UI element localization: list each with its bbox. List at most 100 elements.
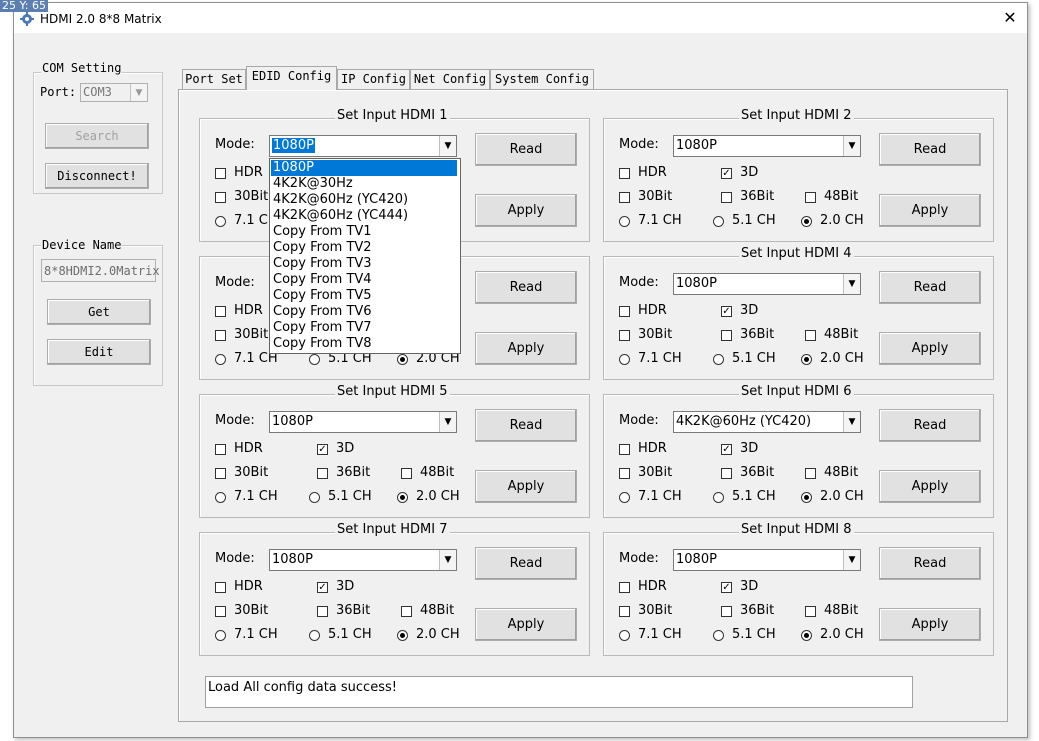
edit-button[interactable]: Edit [47,339,151,365]
input-hdmi-7-mode-select[interactable]: 1080P ▼ [269,549,457,571]
b30-checkbox[interactable] [619,330,630,341]
get-button[interactable]: Get [47,299,151,325]
b30-checkbox[interactable] [619,192,630,203]
dropdown-option[interactable]: Copy From TV6 [271,304,457,320]
input-hdmi-1-read-button[interactable]: Read [475,133,577,166]
dropdown-option[interactable]: Copy From TV8 [271,336,457,352]
channel-ch71-radio[interactable] [619,354,630,365]
b36-checkbox[interactable] [317,468,328,479]
input-hdmi-4-mode-select[interactable]: 1080P ▼ [673,273,861,295]
dropdown-option[interactable]: Copy From TV2 [271,240,457,256]
d3-checkbox[interactable]: ✓ [721,582,732,593]
input-hdmi-2-mode-select[interactable]: 1080P ▼ [673,135,861,157]
port-select[interactable]: COM3 ▼ [80,83,148,102]
input-hdmi-8-mode-select[interactable]: 1080P ▼ [673,549,861,571]
input-hdmi-7-read-button[interactable]: Read [475,547,577,580]
close-icon[interactable]: ✕ [999,8,1021,28]
hdr-checkbox[interactable] [619,444,630,455]
input-hdmi-5-apply-button[interactable]: Apply [475,470,577,503]
dropdown-option[interactable]: Copy From TV3 [271,256,457,272]
channel-ch51-radio[interactable] [309,492,320,503]
input-hdmi-5-read-button[interactable]: Read [475,409,577,442]
channel-ch51-radio[interactable] [309,354,320,365]
dropdown-option[interactable]: 4K2K@30Hz [271,176,457,192]
channel-ch20-radio[interactable] [397,354,408,365]
b30-checkbox[interactable] [215,606,226,617]
dropdown-option[interactable]: 1080P [271,160,457,176]
channel-ch20-radio[interactable] [397,630,408,641]
channel-ch20-radio[interactable] [397,492,408,503]
input-hdmi-4-apply-button[interactable]: Apply [879,332,981,365]
input-hdmi-7-apply-button[interactable]: Apply [475,608,577,641]
mode-dropdown-list[interactable]: 1080P 4K2K@30Hz 4K2K@60Hz (YC420) 4K2K@6… [269,158,461,354]
tab-ip-config[interactable]: IP Config [337,69,410,89]
input-hdmi-4-read-button[interactable]: Read [879,271,981,304]
b36-checkbox[interactable] [721,192,732,203]
channel-ch20-radio[interactable] [801,492,812,503]
input-hdmi-6-mode-select[interactable]: 4K2K@60Hz (YC420) ▼ [673,411,861,433]
disconnect-button[interactable]: Disconnect! [45,163,149,189]
d3-checkbox[interactable]: ✓ [721,306,732,317]
hdr-checkbox[interactable] [215,582,226,593]
dropdown-option[interactable]: Copy From TV1 [271,224,457,240]
b48-checkbox[interactable] [401,606,412,617]
d3-checkbox[interactable]: ✓ [317,444,328,455]
dropdown-option[interactable]: 4K2K@60Hz (YC444) [271,208,457,224]
b30-checkbox[interactable] [619,468,630,479]
channel-ch20-radio[interactable] [801,216,812,227]
input-hdmi-3-read-button[interactable]: Read [475,271,577,304]
input-hdmi-5-mode-select[interactable]: 1080P ▼ [269,411,457,433]
input-hdmi-8-apply-button[interactable]: Apply [879,608,981,641]
input-hdmi-8-read-button[interactable]: Read [879,547,981,580]
b48-checkbox[interactable] [805,330,816,341]
input-hdmi-6-read-button[interactable]: Read [879,409,981,442]
b48-checkbox[interactable] [805,468,816,479]
hdr-checkbox[interactable] [215,306,226,317]
channel-ch51-radio[interactable] [713,216,724,227]
hdr-checkbox[interactable] [619,582,630,593]
device-name-field[interactable]: 8*8HDMI2.0Matrix [41,259,160,282]
d3-checkbox[interactable]: ✓ [721,168,732,179]
input-hdmi-3-apply-button[interactable]: Apply [475,332,577,365]
channel-ch51-radio[interactable] [713,630,724,641]
input-hdmi-6-apply-button[interactable]: Apply [879,470,981,503]
channel-ch71-radio[interactable] [619,630,630,641]
channel-ch51-radio[interactable] [713,354,724,365]
b36-checkbox[interactable] [721,606,732,617]
channel-ch51-radio[interactable] [309,630,320,641]
input-hdmi-2-read-button[interactable]: Read [879,133,981,166]
input-hdmi-1-mode-select[interactable]: 1080P ▼ [269,135,457,157]
b30-checkbox[interactable] [215,192,226,203]
hdr-checkbox[interactable] [619,168,630,179]
channel-ch71-radio[interactable] [619,216,630,227]
b30-checkbox[interactable] [215,468,226,479]
dropdown-option[interactable]: Copy From TV4 [271,272,457,288]
search-button[interactable]: Search [45,123,149,149]
b36-checkbox[interactable] [721,468,732,479]
b36-checkbox[interactable] [317,606,328,617]
b30-checkbox[interactable] [619,606,630,617]
d3-checkbox[interactable]: ✓ [721,444,732,455]
channel-ch71-radio[interactable] [215,630,226,641]
tab-port-set[interactable]: Port Set [182,69,246,89]
channel-ch71-radio[interactable] [215,492,226,503]
channel-ch20-radio[interactable] [801,354,812,365]
b30-checkbox[interactable] [215,330,226,341]
b36-checkbox[interactable] [721,330,732,341]
hdr-checkbox[interactable] [215,444,226,455]
b48-checkbox[interactable] [805,606,816,617]
tab-system-config[interactable]: System Config [490,69,594,89]
input-hdmi-1-apply-button[interactable]: Apply [475,194,577,227]
tab-net-config[interactable]: Net Config [410,69,490,89]
d3-checkbox[interactable]: ✓ [317,582,328,593]
dropdown-option[interactable]: Copy From TV5 [271,288,457,304]
channel-ch51-radio[interactable] [713,492,724,503]
channel-ch20-radio[interactable] [801,630,812,641]
channel-ch71-radio[interactable] [215,354,226,365]
dropdown-option[interactable]: Copy From TV7 [271,320,457,336]
b48-checkbox[interactable] [805,192,816,203]
input-hdmi-2-apply-button[interactable]: Apply [879,194,981,227]
tab-edid-config[interactable]: EDID Config [246,66,337,90]
hdr-checkbox[interactable] [619,306,630,317]
channel-ch71-radio[interactable] [619,492,630,503]
